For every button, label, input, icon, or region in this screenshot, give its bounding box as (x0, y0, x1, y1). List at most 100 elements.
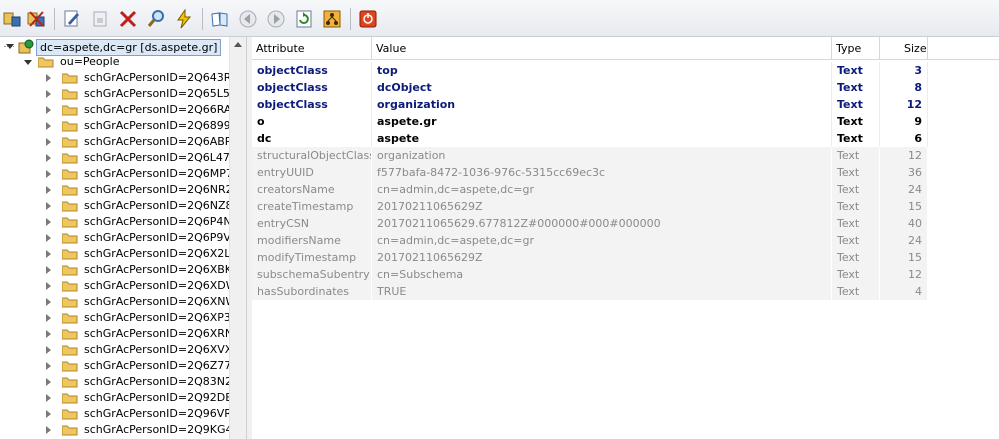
attribute-row[interactable]: entryUUID f577bafa-8472-1036-976c-5315cc6… (252, 164, 928, 181)
attribute-row[interactable]: createTimestamp 20170211065629Z Text 15 (252, 198, 928, 215)
folder-icon (62, 121, 78, 132)
expand-icon[interactable] (46, 106, 51, 114)
back-icon[interactable] (238, 9, 258, 29)
attribute-row[interactable]: objectClass dcObject Text 8 (252, 79, 928, 96)
attribute-row[interactable]: objectClass top Text 3 (252, 62, 928, 79)
bookmarks-icon[interactable] (210, 9, 230, 29)
expand-icon[interactable] (46, 250, 51, 258)
tree-node-person[interactable]: schGrAcPersonID=2Q6XRNQA (0, 326, 246, 342)
attribute-row[interactable]: hasSubordinates TRUE Text 4 (252, 283, 928, 300)
tree-node-person[interactable]: schGrAcPersonID=2Q66RAQ3 (0, 102, 246, 118)
edit-icon[interactable] (62, 9, 82, 29)
tree-node-person[interactable]: schGrAcPersonID=2Q6XDWO (0, 278, 245, 294)
forward-icon[interactable] (266, 9, 286, 29)
tree-node-label: schGrAcPersonID=2Q6P4NRQ (84, 215, 246, 228)
tree-node-person[interactable]: schGrAcPersonID=2Q6NZ83BT (0, 198, 246, 214)
tree-node-label: schGrAcPersonID=2Q66RAQ3 (84, 103, 246, 116)
tree-node-label: schGrAcPersonID=2Q6NZ83BT (84, 199, 246, 212)
expand-icon[interactable] (46, 410, 51, 418)
folder-icon (62, 361, 78, 372)
attribute-row[interactable]: entryCSN 20170211065629.677812Z#000000#00… (252, 215, 928, 232)
expand-icon[interactable] (46, 218, 51, 226)
column-header-attribute[interactable]: Attribute (252, 37, 372, 59)
attribute-name: entryUUID (252, 164, 372, 181)
expand-icon[interactable] (46, 426, 51, 434)
expand-icon[interactable] (46, 362, 51, 370)
collapse-icon[interactable] (24, 60, 32, 65)
collapse-icon[interactable] (6, 44, 14, 49)
delete-icon[interactable] (118, 9, 138, 29)
attribute-name: objectClass (252, 79, 372, 96)
scroll-up-icon[interactable] (234, 42, 242, 47)
expand-icon[interactable] (46, 266, 51, 274)
attribute-grid[interactable]: Attribute Value Type Size objectClass top… (252, 37, 999, 439)
expand-icon[interactable] (46, 122, 51, 130)
expand-icon[interactable] (46, 154, 51, 162)
properties-icon[interactable] (90, 9, 110, 29)
expand-icon[interactable] (46, 202, 51, 210)
tree-node-person[interactable]: schGrAcPersonID=2Q6XVXMA (0, 342, 246, 358)
tree-node-person[interactable]: schGrAcPersonID=2Q6L47VGC (0, 150, 246, 166)
folder-icon (62, 233, 78, 244)
tree-scrollbar[interactable] (229, 37, 247, 439)
attribute-row[interactable]: modifyTimestamp 20170211065629Z Text 15 (252, 249, 928, 266)
disconnect-icon[interactable] (26, 9, 46, 29)
attribute-row[interactable]: o aspete.gr Text 9 (252, 113, 928, 130)
tree-node-person[interactable]: schGrAcPersonID=2Q65L5N6F (0, 86, 246, 102)
search-icon[interactable] (146, 9, 166, 29)
tree-node-person[interactable]: schGrAcPersonID=2Q6XNWBV (0, 294, 246, 310)
column-header-type[interactable]: Type (832, 37, 880, 59)
folder-icon (62, 297, 78, 308)
expand-icon[interactable] (46, 234, 51, 242)
directory-tree[interactable]: dc=aspete,dc=gr [ds.aspete.gr] ou=People… (0, 37, 246, 439)
expand-icon[interactable] (46, 170, 51, 178)
execute-icon[interactable] (174, 9, 194, 29)
expand-icon[interactable] (46, 330, 51, 338)
tree-node-people[interactable]: ou=People (0, 54, 230, 70)
tree-node-person[interactable]: schGrAcPersonID=2Q6X2L87C (0, 246, 246, 262)
expand-icon[interactable] (46, 346, 51, 354)
attribute-row[interactable]: objectClass organization Text 12 (252, 96, 928, 113)
tree-node-person[interactable]: schGrAcPersonID=2Q6XBK9G7 (0, 262, 246, 278)
tree-node-person[interactable]: schGrAcPersonID=2Q6ABPLDI (0, 134, 246, 150)
tree-node-person[interactable]: schGrAcPersonID=2Q6XP332F (0, 310, 246, 326)
expand-icon[interactable] (46, 138, 51, 146)
attribute-row[interactable]: structuralObjectClass organization Text 12 (252, 147, 928, 164)
connect-icon[interactable] (2, 9, 22, 29)
tree-node-label: schGrAcPersonID=2Q6ABPLDI (84, 135, 246, 148)
tree-node-person[interactable]: schGrAcPersonID=2Q6P4NRQ (0, 214, 246, 230)
expand-icon[interactable] (46, 298, 51, 306)
attribute-name: subschemaSubentry (252, 266, 372, 283)
column-header-value[interactable]: Value (372, 37, 832, 59)
tree-node-person[interactable]: schGrAcPersonID=2Q6P9VXRI (0, 230, 246, 246)
attribute-row[interactable]: creatorsName cn=admin,dc=aspete,dc=gr Text… (252, 181, 928, 198)
tree-node-person[interactable]: schGrAcPersonID=2Q83N2KK (0, 374, 246, 390)
tree-node-person[interactable]: schGrAcPersonID=2Q96VROL (0, 406, 246, 422)
attribute-name: modifiersName (252, 232, 372, 249)
tree-node-label: schGrAcPersonID=2Q96VROL (84, 407, 246, 420)
attribute-row[interactable]: dc aspete Text 6 (252, 130, 928, 147)
expand-icon[interactable] (46, 394, 51, 402)
expand-icon[interactable] (46, 314, 51, 322)
stop-icon[interactable] (358, 9, 378, 29)
tree-node-person[interactable]: schGrAcPersonID=2Q6Z77RO (0, 358, 246, 374)
attribute-row[interactable]: subschemaSubentry cn=Subschema Text 12 (252, 266, 928, 283)
refresh-icon[interactable] (294, 9, 314, 29)
tree-node-person[interactable]: schGrAcPersonID=2Q6MP7DN (0, 166, 246, 182)
tree-node-person[interactable]: schGrAcPersonID=2Q92DBGW (0, 390, 246, 406)
tree-node-person[interactable]: schGrAcPersonID=2Q6NR2OG (0, 182, 246, 198)
attribute-row[interactable]: modifiersName cn=admin,dc=aspete,dc=gr Tex… (252, 232, 928, 249)
attribute-name: createTimestamp (252, 198, 372, 215)
attribute-size: 8 (880, 79, 928, 96)
tree-node-person[interactable]: schGrAcPersonID=2Q9KG4GD (0, 422, 246, 438)
expand-icon[interactable] (46, 378, 51, 386)
expand-icon[interactable] (46, 90, 51, 98)
tree-node-person[interactable]: schGrAcPersonID=2Q643RWE (0, 70, 246, 86)
column-header-size[interactable]: Size (880, 37, 928, 59)
expand-icon[interactable] (46, 186, 51, 194)
schema-icon[interactable] (322, 9, 342, 29)
expand-icon[interactable] (46, 74, 51, 82)
attribute-name: entryCSN (252, 215, 372, 232)
tree-node-person[interactable]: schGrAcPersonID=2Q6899K40 (0, 118, 246, 134)
expand-icon[interactable] (46, 282, 51, 290)
